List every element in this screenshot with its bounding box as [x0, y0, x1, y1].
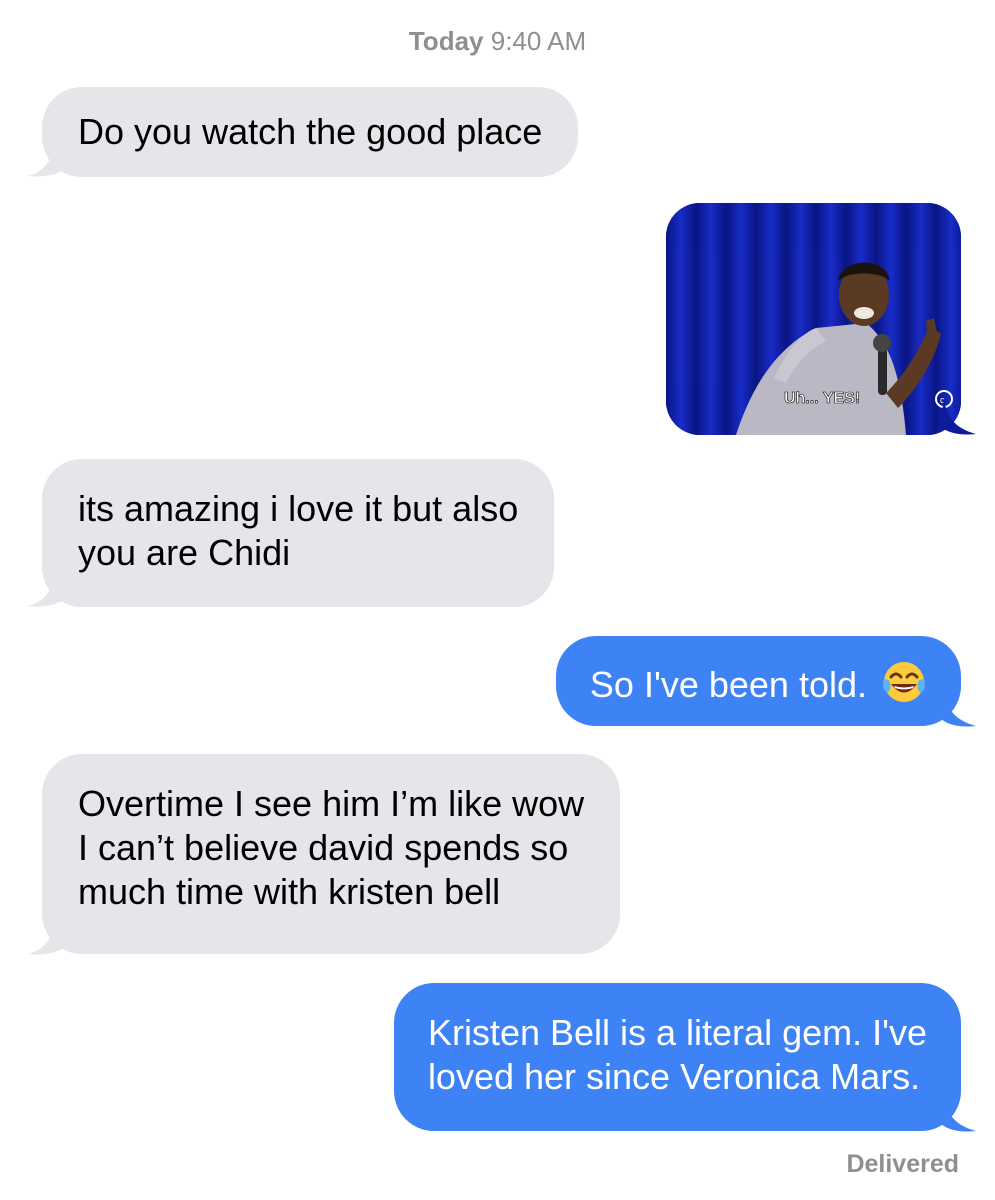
outgoing-message-bubble[interactable]: Kristen Bell is a literal gem. I've love… [393, 983, 961, 1131]
incoming-message-bubble[interactable]: Overtime I see him I’m like wow I can’t … [42, 754, 621, 954]
incoming-message-bubble[interactable]: its amazing i love it but also you are C… [42, 459, 555, 607]
message-text-line: Kristen Bell is a literal gem. I've [427, 1012, 927, 1053]
face-with-tears-of-joy-icon [883, 662, 925, 702]
gif-caption: Uh... YES! [784, 390, 860, 407]
bubble-tail [28, 140, 72, 177]
message-text-line: Overtime I see him I’m like wow [78, 783, 585, 824]
delivery-status: Delivered [846, 1150, 959, 1178]
message-text-line: its amazing i love it but also [78, 488, 519, 529]
bubble-tail [940, 1095, 976, 1132]
bubble-tail [28, 570, 72, 607]
bubble-tail [28, 918, 72, 955]
timestamp-time: 9:40 AM [490, 26, 587, 56]
message-text-line: Do you watch the good place [78, 111, 543, 152]
message-text-line: I can’t believe david spends so [78, 827, 569, 868]
timestamp-day: Today [408, 26, 484, 56]
message-text-line: loved her since Veronica Mars. [427, 1056, 921, 1097]
outgoing-message-bubble[interactable]: So I've been told. [555, 636, 961, 726]
conversation-timestamp: Today 9:40 AM [0, 26, 995, 57]
outgoing-gif-message[interactable]: c Uh... YES! [666, 203, 961, 435]
message-text-line: you are Chidi [78, 532, 291, 573]
bubble-tail [940, 690, 976, 727]
bubble-tail [940, 398, 976, 435]
incoming-message-bubble[interactable]: Do you watch the good place [42, 87, 579, 177]
message-text-line: So I've been told. [589, 664, 867, 705]
gif-image: c Uh... YES! [666, 203, 961, 435]
message-text-line: much time with kristen bell [78, 871, 501, 912]
